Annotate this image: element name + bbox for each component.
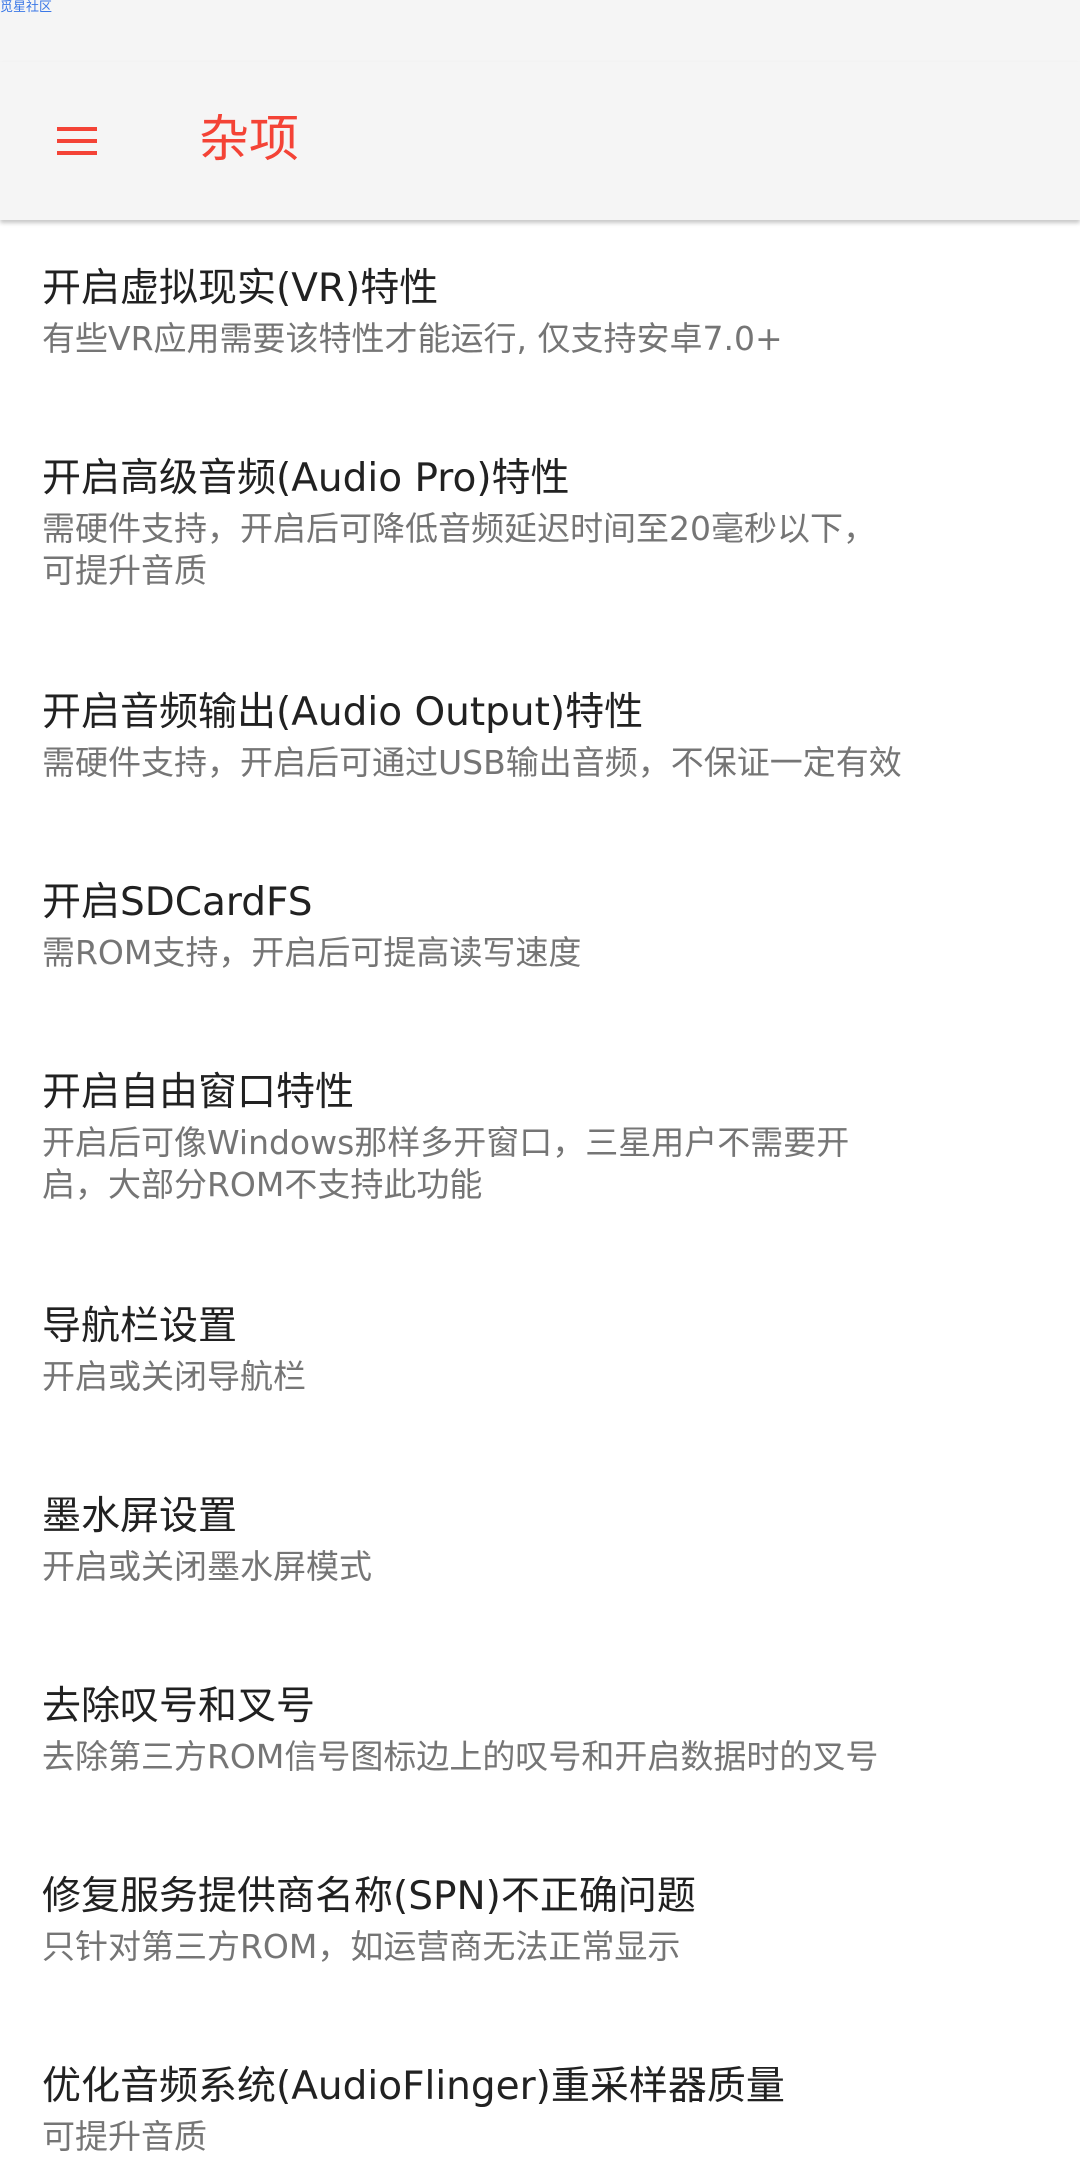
page-title: 杂项	[199, 110, 299, 168]
setting-item-vr[interactable]: 开启虚拟现实(VR)特性 有些VR应用需要该特性才能运行, 仅支持安卓7.0+	[0, 220, 1080, 410]
setting-title: 修复服务提供商名称(SPN)不正确问题	[42, 1874, 696, 1919]
menu-button[interactable]	[30, 101, 124, 181]
setting-title: 优化音频系统(AudioFlinger)重采样器质量	[42, 2064, 785, 2109]
setting-title: 开启虚拟现实(VR)特性	[42, 266, 439, 311]
app-screen: 觅星社区 杂项 开启虚拟现实(VR)特性 有些VR应用需要该特性才能运行, 仅支…	[0, 0, 1080, 2160]
setting-title: 墨水屏设置	[42, 1494, 238, 1539]
setting-item-navigation-bar[interactable]: 导航栏设置 开启或关闭导航栏	[0, 1258, 1080, 1448]
setting-title: 开启SDCardFS	[42, 880, 313, 925]
setting-summary: 开启或关闭墨水屏模式	[42, 1547, 372, 1586]
setting-item-freeform-window[interactable]: 开启自由窗口特性 开启后可像Windows那样多开窗口，三星用户不需要开启，大部…	[0, 1024, 1080, 1258]
setting-summary: 需硬件支持，开启后可通过USB输出音频，不保证一定有效	[42, 743, 902, 782]
setting-summary: 可提升音质	[42, 2117, 207, 2156]
setting-summary: 开启或关闭导航栏	[42, 1357, 306, 1396]
setting-summary: 需ROM支持，开启后可提高读写速度	[42, 933, 582, 972]
setting-item-signal-marks[interactable]: 去除叹号和叉号 去除第三方ROM信号图标边上的叹号和开启数据时的叉号	[0, 1638, 1080, 1828]
setting-item-eink[interactable]: 墨水屏设置 开启或关闭墨水屏模式	[0, 1448, 1080, 1638]
status-bar: 觅星社区	[0, 0, 1080, 62]
setting-summary: 只针对第三方ROM，如运营商无法正常显示	[42, 1927, 681, 1966]
setting-summary: 有些VR应用需要该特性才能运行, 仅支持安卓7.0+	[42, 319, 783, 358]
setting-item-spn-fix[interactable]: 修复服务提供商名称(SPN)不正确问题 只针对第三方ROM，如运营商无法正常显示	[0, 1828, 1080, 2018]
watermark-label: 觅星社区	[0, 0, 53, 15]
hamburger-menu-icon	[57, 127, 97, 155]
setting-summary: 去除第三方ROM信号图标边上的叹号和开启数据时的叉号	[42, 1737, 879, 1776]
setting-item-sdcardfs[interactable]: 开启SDCardFS 需ROM支持，开启后可提高读写速度	[0, 834, 1080, 1024]
setting-item-audioflinger[interactable]: 优化音频系统(AudioFlinger)重采样器质量 可提升音质	[0, 2018, 1080, 2160]
setting-title: 开启音频输出(Audio Output)特性	[42, 690, 644, 735]
setting-title: 去除叹号和叉号	[42, 1684, 316, 1729]
setting-item-audio-output[interactable]: 开启音频输出(Audio Output)特性 需硬件支持，开启后可通过USB输出…	[0, 644, 1080, 834]
setting-title: 开启高级音频(Audio Pro)特性	[42, 456, 570, 501]
setting-item-audio-pro[interactable]: 开启高级音频(Audio Pro)特性 需硬件支持，开启后可降低音频延迟时间至2…	[0, 410, 1080, 644]
setting-summary: 开启后可像Windows那样多开窗口，三星用户不需要开启，大部分ROM不支持此功…	[42, 1123, 850, 1204]
setting-title: 开启自由窗口特性	[42, 1070, 355, 1115]
app-toolbar: 杂项	[0, 62, 1080, 220]
setting-title: 导航栏设置	[42, 1304, 238, 1349]
settings-list: 开启虚拟现实(VR)特性 有些VR应用需要该特性才能运行, 仅支持安卓7.0+ …	[0, 220, 1080, 2160]
setting-summary: 需硬件支持，开启后可降低音频延迟时间至20毫秒以下，可提升音质	[42, 509, 876, 590]
